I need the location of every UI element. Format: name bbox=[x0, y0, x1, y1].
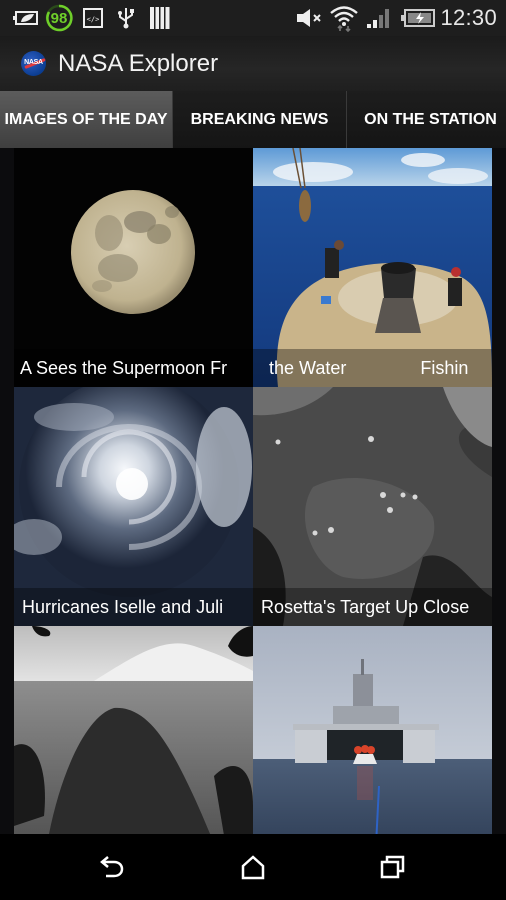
image-tile[interactable]: Rosetta's Target Up Close bbox=[253, 387, 492, 626]
image-tile[interactable] bbox=[14, 626, 253, 834]
svg-text:</>: </> bbox=[87, 16, 100, 24]
tab-images-of-the-day[interactable]: IMAGES OF THE DAY bbox=[0, 91, 172, 148]
status-bar: 98 </> 12:30 bbox=[0, 0, 506, 36]
battery-charging-icon bbox=[400, 0, 436, 36]
signal-bars-icon bbox=[364, 0, 394, 36]
navigation-bar bbox=[0, 834, 506, 900]
image-grid: A Sees the Supermoon Fr the Water Fishin… bbox=[14, 148, 492, 834]
home-button[interactable] bbox=[223, 844, 283, 890]
tile-caption: A Sees the Supermoon Fr bbox=[14, 349, 253, 387]
logo-text: NASA bbox=[24, 59, 43, 66]
battery-meter-value: 98 bbox=[50, 9, 68, 27]
leaf-battery-icon bbox=[12, 0, 40, 36]
recent-apps-icon bbox=[380, 855, 405, 879]
recent-apps-button[interactable] bbox=[363, 844, 423, 890]
tab-breaking-news[interactable]: BREAKING NEWS bbox=[173, 91, 346, 148]
barcode-icon bbox=[148, 0, 172, 36]
back-button[interactable] bbox=[82, 844, 142, 890]
tile-caption-text: Fishin bbox=[420, 358, 469, 378]
tile-caption: the Water Fishin bbox=[253, 349, 492, 387]
battery-meter: 98 bbox=[45, 0, 73, 36]
tile-caption-text: the Water bbox=[269, 358, 347, 378]
clock: 12:30 bbox=[440, 5, 497, 30]
image-tile[interactable]: Hurricanes Iselle and Juli bbox=[14, 387, 253, 626]
navy-ship-orion-image bbox=[253, 626, 492, 834]
code-icon: </> bbox=[82, 0, 104, 36]
tile-caption: Rosetta's Target Up Close bbox=[253, 588, 492, 626]
home-icon bbox=[241, 855, 265, 880]
mars-rover-shadow-image bbox=[14, 626, 253, 834]
image-tile[interactable]: A Sees the Supermoon Fr bbox=[14, 148, 253, 387]
back-icon bbox=[100, 856, 124, 878]
image-tile[interactable]: the Water Fishin bbox=[253, 148, 492, 387]
app-title: NASA Explorer bbox=[58, 50, 219, 77]
tab-bar: IMAGES OF THE DAY BREAKING NEWS ON THE S… bbox=[0, 91, 506, 148]
tile-caption: Hurricanes Iselle and Juli bbox=[14, 588, 253, 626]
action-bar: NASA NASA Explorer bbox=[0, 36, 506, 91]
volume-muted-icon bbox=[295, 0, 325, 36]
wifi-icon bbox=[329, 0, 359, 36]
usb-icon bbox=[115, 0, 137, 36]
tab-on-the-station[interactable]: ON THE STATION bbox=[347, 91, 506, 148]
nasa-logo-icon[interactable]: NASA bbox=[21, 51, 46, 76]
image-tile[interactable] bbox=[253, 626, 492, 834]
